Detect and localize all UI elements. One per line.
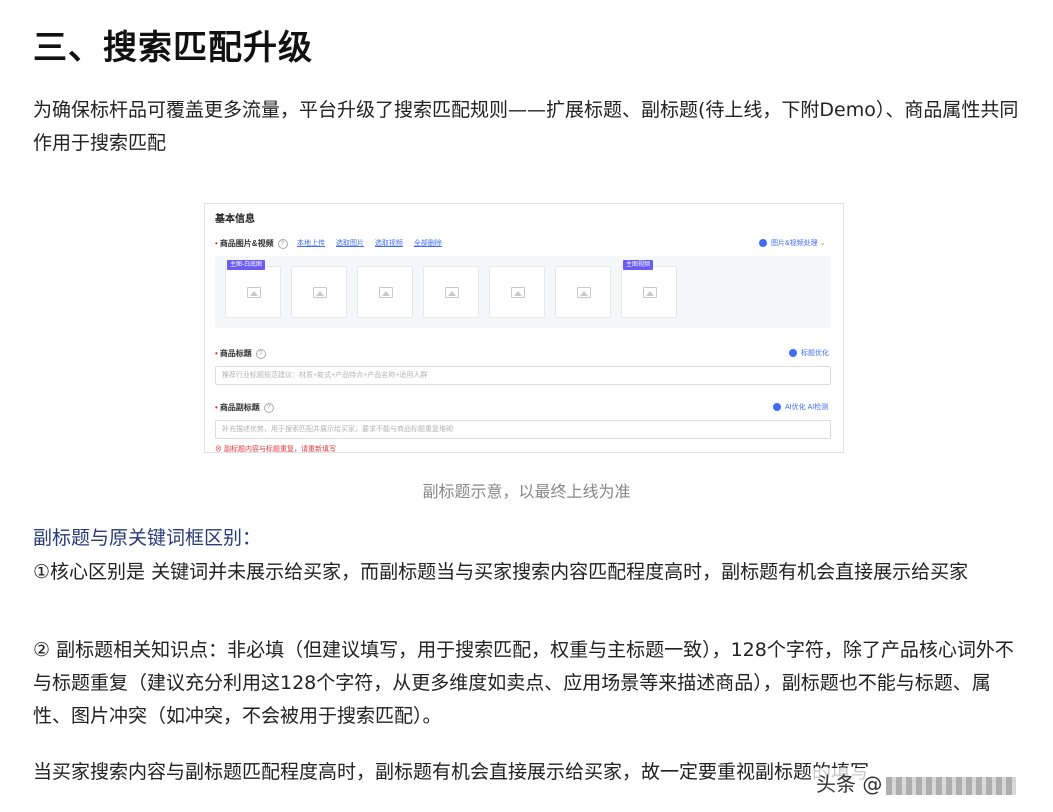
video-slot[interactable]	[621, 266, 677, 318]
ai-check-button[interactable]: AI检测	[808, 404, 829, 411]
main-image-tag: 主图-白底图	[227, 260, 265, 270]
required-marker: •	[215, 349, 218, 358]
help-icon: ?	[263, 402, 274, 413]
subtitle-input[interactable]: 补充描述优势，用于搜索匹配并展示给买家，要求不能与商品标题重复堆砌	[215, 420, 831, 439]
image-placeholder-icon	[643, 287, 657, 298]
image-slot[interactable]	[423, 266, 479, 318]
intro-paragraph: 为确保标杆品可覆盖更多流量，平台升级了搜索匹配规则——扩展标题、副标题(待上线，…	[33, 99, 1019, 154]
plus-icon	[759, 239, 767, 248]
chevron-down-icon: ⌄	[819, 240, 826, 247]
select-image-link[interactable]: 选取图片	[336, 240, 364, 247]
blurred-username	[886, 776, 1017, 795]
image-placeholder-icon	[445, 287, 459, 298]
subtitle-field-label: • 商品副标题?	[215, 402, 274, 413]
image-placeholder-icon	[379, 287, 393, 298]
local-upload-link[interactable]: 本地上传	[297, 240, 325, 247]
image-slot[interactable]	[291, 266, 347, 318]
watermark: 头条 @	[812, 768, 1021, 797]
image-placeholder-icon	[511, 287, 525, 298]
title-input[interactable]: 推荐行业标题规范建议：材质+款式+产品特点+产品名称+适用人群	[215, 366, 831, 385]
title-optimize-button[interactable]: 标题优化	[789, 348, 829, 358]
image-placeholder-icon	[577, 287, 591, 298]
main-video-tag: 主图视频	[623, 260, 654, 270]
image-slot[interactable]	[489, 266, 545, 318]
subtitle-ai-buttons: AI优化 AI检测	[773, 402, 828, 412]
image-slot[interactable]	[225, 266, 281, 318]
image-slot[interactable]	[555, 266, 611, 318]
point-2: ② 副标题相关知识点：非必填（但建议填写，用于搜索匹配，权重与主标题一致），12…	[33, 639, 1014, 727]
point-1: ①核心区别是 关键词并未展示给买家，而副标题当与买家搜索内容匹配程度高时，副标题…	[33, 561, 969, 583]
section-title: 基本信息	[215, 214, 255, 225]
help-icon: ?	[277, 238, 288, 249]
delete-all-link[interactable]: 全部删除	[414, 240, 442, 247]
plus-icon	[773, 403, 781, 412]
page-title: 三、搜索匹配升级	[33, 28, 313, 68]
image-placeholder-icon	[247, 287, 261, 298]
select-video-link[interactable]: 选取视频	[375, 240, 403, 247]
help-icon: ?	[255, 348, 266, 359]
ai-optimize-button[interactable]: AI优化	[785, 404, 806, 411]
subtitle-error-message: ⊗ 副标题内容与标题重复，请重新填写	[215, 446, 336, 453]
image-placeholder-icon	[313, 287, 327, 298]
subtitle-demo-screenshot: 基本信息 • 商品图片&视频? 本地上传 选取图片 选取视频 全部删除 图片&视频…	[204, 203, 844, 453]
media-tool-button[interactable]: 图片&视频处理 ⌄	[759, 238, 826, 248]
image-slot[interactable]	[357, 266, 413, 318]
required-marker: •	[215, 239, 218, 248]
plus-icon	[789, 349, 797, 358]
media-links: 本地上传 选取图片 选取视频 全部删除	[297, 238, 451, 248]
screenshot-caption: 副标题示意，以最终上线为准	[422, 482, 631, 501]
difference-heading: 副标题与原关键词框区别：	[33, 527, 262, 549]
image-gallery: 主图-白底图 主图视频	[215, 256, 831, 328]
media-field-label: • 商品图片&视频?	[215, 238, 288, 249]
title-field-label: • 商品标题?	[215, 348, 266, 359]
required-marker: •	[215, 403, 218, 412]
